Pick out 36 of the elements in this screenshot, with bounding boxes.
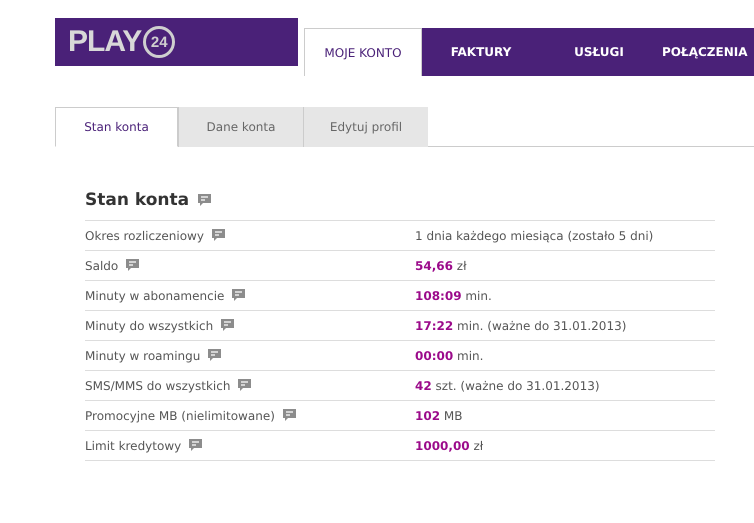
tab[interactable]: Edytuj profil [303, 107, 428, 147]
row-label: Minuty do wszystkich [85, 318, 214, 332]
comment-icon[interactable] [212, 229, 225, 242]
row-value: 17:22 min. (ważne do 31.01.2013) [415, 318, 626, 332]
row-label: Okres rozliczeniowy [85, 228, 204, 242]
comment-icon[interactable] [208, 349, 222, 362]
row-value: 1 dnia każdego miesiąca (zostało 5 dni) [415, 228, 654, 242]
row-value: 00:00 min. [415, 348, 484, 362]
nav-tab[interactable]: USŁUGI [540, 28, 658, 76]
row-label: Promocyjne MB (nielimitowane) [85, 408, 275, 422]
comment-icon[interactable] [232, 289, 246, 302]
comment-icon[interactable] [238, 379, 252, 392]
comment-icon[interactable] [221, 319, 234, 332]
row-value: 54,66 zł [415, 258, 466, 272]
logo-badge: 24 [143, 26, 176, 58]
comment-icon[interactable] [189, 439, 202, 452]
comment-icon[interactable] [198, 194, 212, 206]
logo-text: PLAY [68, 25, 142, 59]
row-value: 42 szt. (ważne do 31.01.2013) [415, 378, 600, 392]
row-label: Saldo [85, 258, 118, 272]
tab[interactable]: Dane konta [178, 107, 303, 147]
comment-icon[interactable] [126, 259, 140, 272]
row-label: Minuty w roamingu [85, 348, 200, 362]
nav-tab[interactable]: FAKTURY [422, 28, 540, 76]
row-label: Limit kredytowy [85, 438, 182, 452]
row-label: SMS/MMS do wszystkich [85, 378, 230, 392]
tab[interactable]: Stan konta [55, 107, 178, 147]
row-label: Minuty w abonamencie [85, 288, 224, 302]
row-value: 1000,00 zł [415, 438, 484, 452]
comment-icon[interactable] [282, 409, 296, 422]
nav-tab[interactable]: POŁĄCZENIA [658, 28, 754, 76]
section-title: Stan konta [85, 190, 190, 210]
nav-tab[interactable]: MOJE KONTO [304, 28, 422, 76]
logo[interactable]: PLAY 24 [55, 18, 298, 66]
row-value: 108:09 min. [415, 288, 492, 302]
row-value: 102 MB [415, 408, 462, 422]
